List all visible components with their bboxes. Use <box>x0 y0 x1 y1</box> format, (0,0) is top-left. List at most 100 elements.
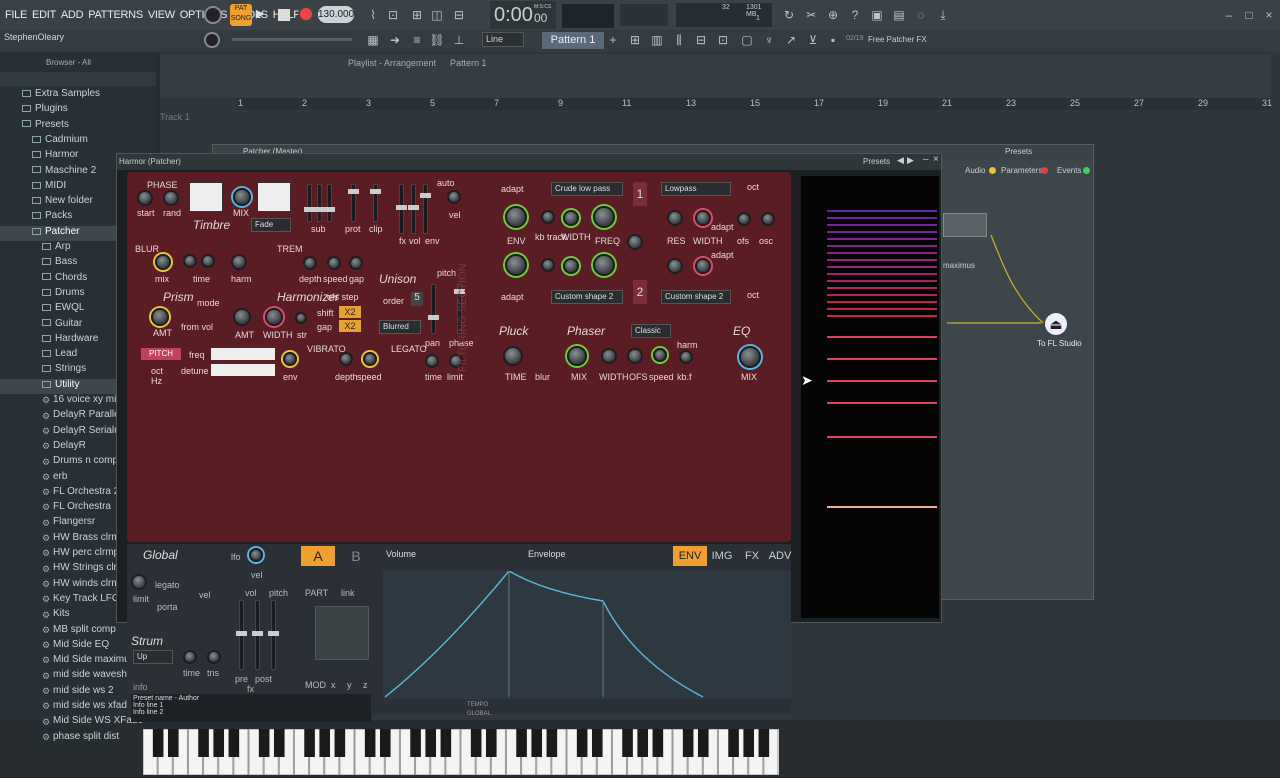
auto-knob[interactable] <box>447 190 461 204</box>
stamp-icon[interactable]: ⊥ <box>450 31 468 49</box>
metronome-icon[interactable]: ⌇ <box>364 6 382 24</box>
filter2-res-knob[interactable] <box>667 210 683 226</box>
to-fl-studio-node[interactable]: ⏏ <box>1045 313 1067 335</box>
vibrato-speed-knob[interactable] <box>363 352 377 366</box>
envelope-type-select[interactable]: Envelope <box>525 548 625 562</box>
play-button[interactable]: ▶ <box>256 7 272 23</box>
fx-fader[interactable] <box>396 184 407 234</box>
timbre-display-1[interactable] <box>189 182 223 212</box>
tab-adv[interactable]: ADV <box>763 546 797 566</box>
black-key[interactable] <box>576 729 588 757</box>
filter1-freq-knob[interactable] <box>593 206 615 228</box>
strum-time-knob[interactable] <box>183 650 197 664</box>
news-icon[interactable]: ▪ <box>824 31 842 49</box>
strum-direction-select[interactable]: Up <box>133 650 173 664</box>
harm-knob[interactable] <box>231 254 247 270</box>
phaser-ofs-knob[interactable] <box>627 348 643 364</box>
menu-file[interactable]: FILE <box>5 9 27 21</box>
add-pattern-icon[interactable]: + <box>604 31 622 49</box>
filter4-res-knob[interactable] <box>667 258 683 274</box>
detune-value-field[interactable] <box>211 364 275 376</box>
filter3-type-select[interactable]: Custom shape 2 <box>551 290 623 304</box>
save-icon[interactable]: ▣ <box>868 6 886 24</box>
harmor-close-icon[interactable]: × <box>933 154 939 165</box>
record-button[interactable] <box>298 6 314 22</box>
strum-tns-knob[interactable] <box>207 650 221 664</box>
time-display[interactable]: 0:00 M:S:CS 00 <box>490 1 556 29</box>
black-key[interactable] <box>425 729 437 757</box>
filter4-width-knob[interactable] <box>695 258 711 274</box>
menu-edit[interactable]: EDIT <box>32 9 56 21</box>
phaser-width-knob[interactable] <box>601 348 617 364</box>
black-key[interactable] <box>334 729 346 757</box>
black-key[interactable] <box>652 729 664 757</box>
post-fader[interactable] <box>252 600 263 670</box>
download-icon[interactable]: ⤓ <box>934 6 952 24</box>
browser-item[interactable]: Cadmium <box>0 134 156 149</box>
track-header[interactable]: Track 1 <box>160 112 230 130</box>
phaser-type-select[interactable]: Classic <box>631 324 671 338</box>
black-key[interactable] <box>228 729 240 757</box>
envelope-editor[interactable] <box>383 570 791 699</box>
unison-type-select[interactable]: Blurred <box>379 320 421 334</box>
timbre-mix-knob[interactable] <box>233 188 251 206</box>
start-knob[interactable] <box>137 190 153 206</box>
phaser-kbf-knob[interactable] <box>679 350 693 364</box>
cart-icon[interactable]: ⊻ <box>804 31 822 49</box>
pattern-select[interactable]: Pattern 1 <box>542 32 604 49</box>
harmonizer-width-knob[interactable] <box>265 308 283 326</box>
black-key[interactable] <box>531 729 543 757</box>
plug-icon[interactable]: ♆ <box>760 31 778 49</box>
harmor-next-icon[interactable]: ▶ <box>907 155 914 166</box>
filter1-env-knob[interactable] <box>505 206 527 228</box>
envelope-line[interactable] <box>384 570 704 698</box>
blur-time-knob[interactable] <box>183 254 197 268</box>
lfo-knob[interactable] <box>249 548 263 562</box>
snap-select[interactable]: Line <box>482 32 524 47</box>
pitch-env-knob[interactable] <box>283 352 297 366</box>
tab-env[interactable]: ENV <box>673 546 707 566</box>
vibrato-depth-knob[interactable] <box>339 352 353 366</box>
black-key[interactable] <box>440 729 452 757</box>
menu-patterns[interactable]: PATTERNS <box>88 9 143 21</box>
mixer2-icon[interactable]: ⫼ <box>670 31 688 49</box>
harmor-min-icon[interactable]: – <box>923 154 929 165</box>
snap-icon[interactable]: ▦ <box>364 31 382 49</box>
envelope-curve[interactable] <box>383 570 791 699</box>
chat-icon[interactable]: ◌ <box>912 6 930 24</box>
black-key[interactable] <box>591 729 603 757</box>
black-key[interactable] <box>152 729 164 757</box>
help-icon[interactable]: ? <box>846 6 864 24</box>
master-pitch-slider[interactable] <box>232 38 352 41</box>
piano-keys[interactable] <box>142 728 779 776</box>
filter2-type-select[interactable]: Lowpass <box>661 182 731 196</box>
filter1-kbtrack-knob[interactable] <box>541 210 555 224</box>
refresh-icon[interactable]: ↻ <box>780 6 798 24</box>
filter3-freq-knob[interactable] <box>593 254 615 276</box>
filter2-number[interactable]: 2 <box>633 280 647 304</box>
pitch-button[interactable]: PITCH <box>141 348 181 360</box>
maximize-icon[interactable]: □ <box>1240 6 1258 24</box>
osc-knob[interactable] <box>761 212 775 226</box>
tab-img[interactable]: IMG <box>705 546 739 566</box>
piano-icon[interactable]: ▥ <box>648 31 666 49</box>
prism-amt-knob[interactable] <box>151 308 169 326</box>
black-key[interactable] <box>697 729 709 757</box>
black-key[interactable] <box>258 729 270 757</box>
black-key[interactable] <box>516 729 527 757</box>
filter-mix-knob[interactable] <box>627 234 643 250</box>
minimize-icon[interactable]: – <box>1220 6 1238 24</box>
phaser-speed-knob[interactable] <box>653 348 667 362</box>
harmor-presets[interactable]: Presets <box>863 157 890 166</box>
plugin-icon[interactable]: ⊡ <box>714 31 732 49</box>
filter3-env-knob[interactable] <box>505 254 527 276</box>
link-icon[interactable]: ⛓ <box>428 31 446 49</box>
filter1-width-knob[interactable] <box>563 210 579 226</box>
sub-fader-1[interactable] <box>304 184 315 222</box>
step-edit-icon[interactable]: ⊟ <box>450 6 468 24</box>
wait-input-icon[interactable]: ⊡ <box>384 6 402 24</box>
xy-pad[interactable] <box>315 606 369 660</box>
filter1-type-select[interactable]: Crude low pass <box>551 182 623 196</box>
black-key[interactable] <box>682 729 694 757</box>
arrow2-icon[interactable]: ↗ <box>782 31 800 49</box>
